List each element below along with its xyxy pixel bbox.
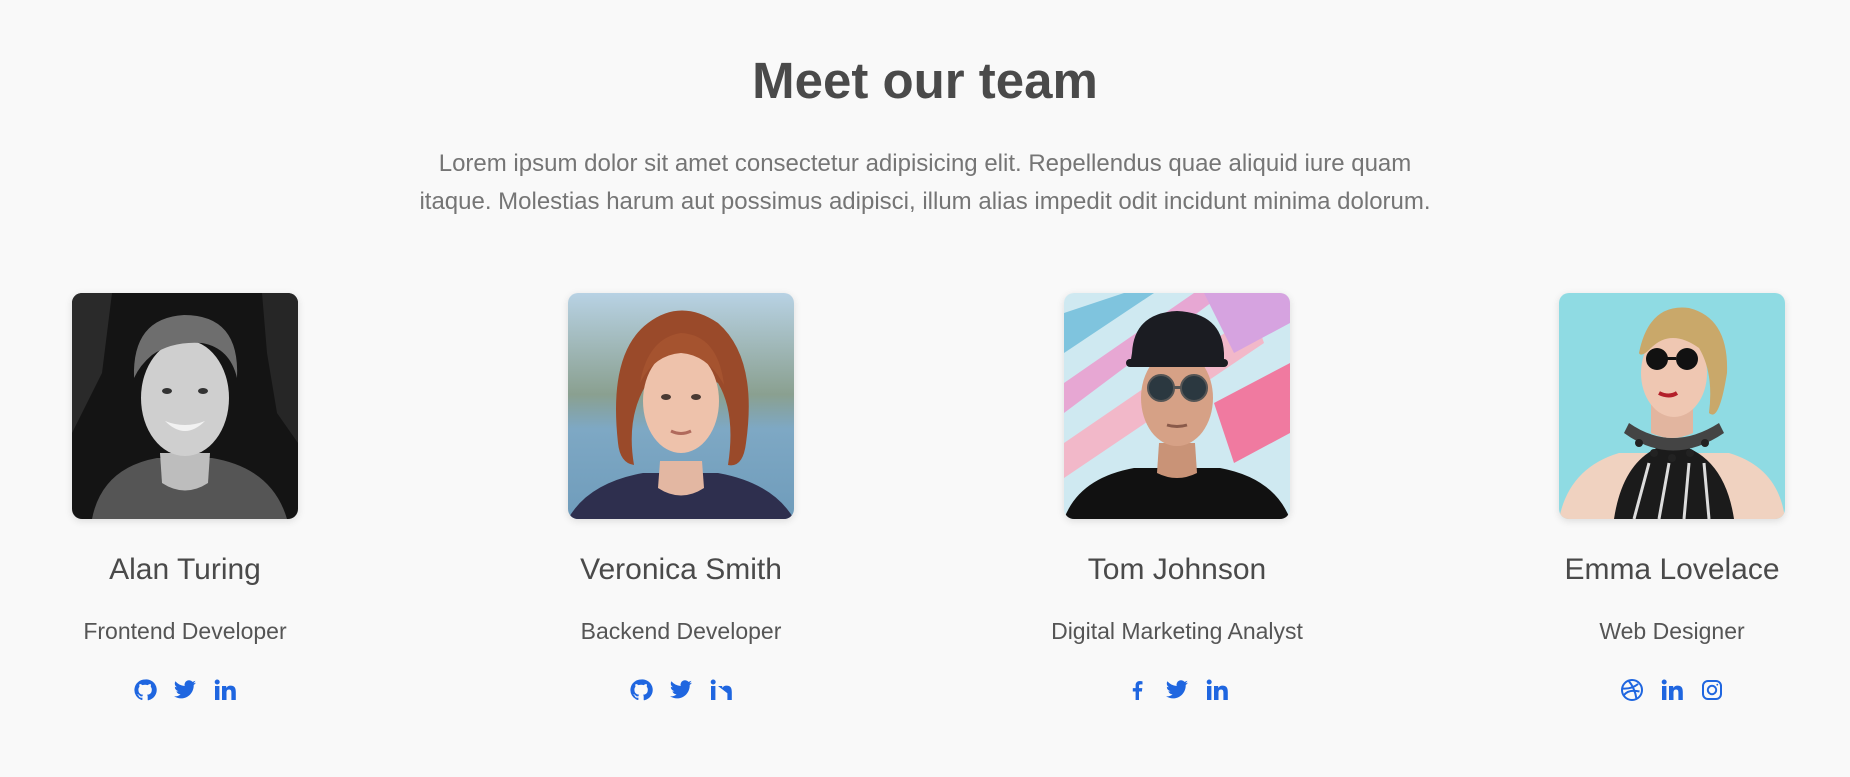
twitter-icon[interactable] xyxy=(1165,677,1189,703)
social-links xyxy=(45,677,325,703)
section-description: Lorem ipsum dolor sit amet consectetur a… xyxy=(419,150,1431,215)
linkedin-icon[interactable] xyxy=(1205,677,1229,703)
github-icon[interactable] xyxy=(133,677,157,703)
facebook-icon[interactable] xyxy=(1125,677,1149,703)
team-member-card: Alan Turing Frontend Developer xyxy=(45,293,325,743)
social-links xyxy=(1532,677,1812,703)
team-member-card: Tom Johnson Digital Marketing Analyst xyxy=(1037,293,1317,743)
member-role: Digital Marketing Analyst xyxy=(1051,618,1303,644)
member-role: Backend Developer xyxy=(580,618,782,644)
social-links xyxy=(541,677,821,703)
member-role: Web Designer xyxy=(1599,618,1745,644)
member-photo xyxy=(568,293,794,519)
member-name: Emma Lovelace xyxy=(1564,553,1780,586)
member-photo xyxy=(1559,293,1785,519)
team-member-card: Veronica Smith Backend Developer xyxy=(541,293,821,743)
team-member-card: Emma Lovelace Web Designer xyxy=(1532,293,1812,743)
linkedin-icon[interactable] xyxy=(1660,677,1684,703)
member-name: Alan Turing xyxy=(109,553,261,586)
linkedin-icon[interactable] xyxy=(709,677,733,703)
section-title: Meet our team xyxy=(752,52,1098,109)
member-role: Frontend Developer xyxy=(83,618,287,644)
linkedin-icon[interactable] xyxy=(213,677,237,703)
twitter-icon[interactable] xyxy=(669,677,693,703)
member-photo xyxy=(72,293,298,519)
social-links xyxy=(1037,677,1317,703)
github-icon[interactable] xyxy=(629,677,653,703)
member-name: Veronica Smith xyxy=(580,553,782,586)
member-photo xyxy=(1064,293,1290,519)
dribbble-icon[interactable] xyxy=(1620,677,1644,703)
instagram-icon[interactable] xyxy=(1700,677,1724,703)
team-section: Meet our team Lorem ipsum dolor sit amet… xyxy=(0,0,1850,777)
member-name: Tom Johnson xyxy=(1087,553,1267,586)
twitter-icon[interactable] xyxy=(173,677,197,703)
